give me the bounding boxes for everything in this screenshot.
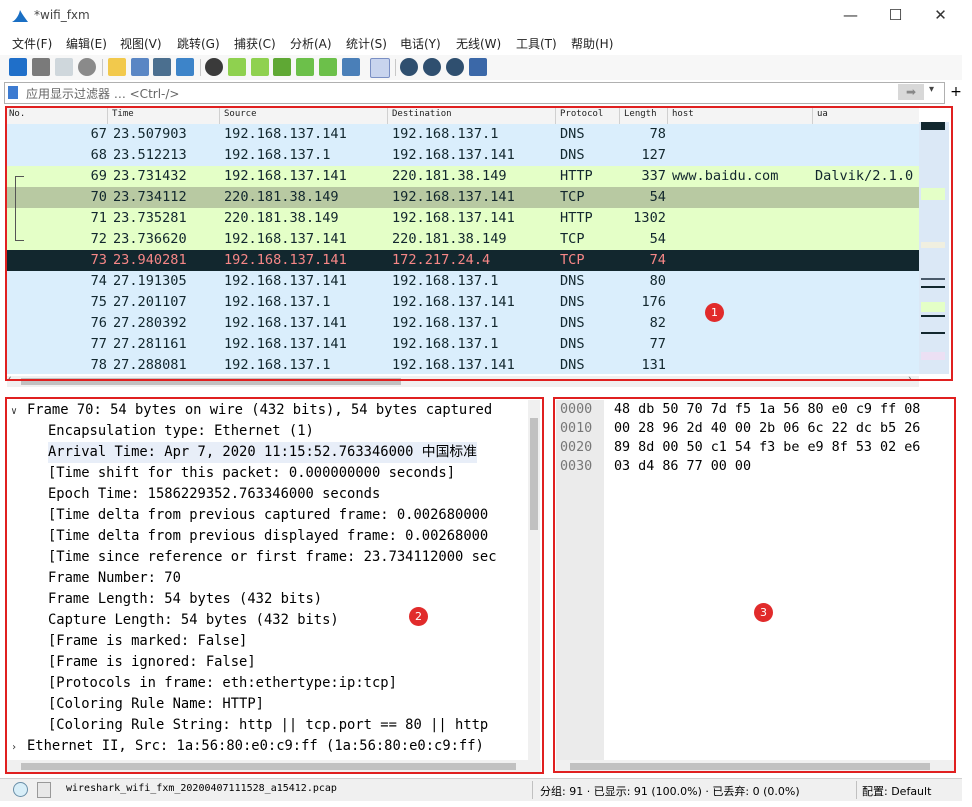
colorize-icon[interactable] [370,58,390,78]
title-bar: *wifi_fxm — ☐ ✕ [0,0,962,32]
annotation-badge-2: 2 [409,607,428,626]
filter-input[interactable]: 应用显示过滤器 … <Ctrl-/> [26,85,179,102]
filter-dropdown-icon[interactable]: ▾ [929,84,934,95]
zoom-out-icon[interactable] [423,58,441,76]
window-title: *wifi_fxm [34,8,90,22]
menu-tools[interactable]: 工具(T) [516,35,557,52]
annotation-badge-3: 3 [754,603,773,622]
profile-status[interactable]: 配置: Default [862,783,931,799]
zoom-in-icon[interactable] [400,58,418,76]
first-packet-icon[interactable] [296,58,314,76]
close-button[interactable]: ✕ [918,0,963,32]
menu-telephony[interactable]: 电话(Y) [400,35,441,52]
annotation-box-3 [553,397,956,773]
menu-edit[interactable]: 编辑(E) [66,35,107,52]
capture-options-icon[interactable] [78,58,96,76]
restart-capture-icon[interactable] [55,58,73,76]
apply-filter-button[interactable]: ➡ [898,84,924,100]
zoom-reset-icon[interactable] [446,58,464,76]
toolbar-separator [395,59,396,76]
resize-columns-icon[interactable] [469,58,487,76]
go-to-packet-icon[interactable] [273,58,291,76]
reload-file-icon[interactable] [176,58,194,76]
go-back-icon[interactable] [228,58,246,76]
find-packet-icon[interactable] [205,58,223,76]
main-toolbar [0,55,962,80]
open-file-icon[interactable] [108,58,126,76]
menu-file[interactable]: 文件(F) [12,35,52,52]
status-divider [532,781,533,799]
annotation-badge-1: 1 [705,303,724,322]
menu-statistics[interactable]: 统计(S) [346,35,387,52]
last-packet-icon[interactable] [319,58,337,76]
display-filter-bar[interactable]: 应用显示过滤器 … <Ctrl-/> ➡ ▾ [4,82,945,104]
wireshark-fin-icon [12,10,28,22]
start-capture-icon[interactable] [9,58,27,76]
bookmark-icon[interactable] [8,86,18,99]
go-forward-icon[interactable] [251,58,269,76]
menu-wireless[interactable]: 无线(W) [456,35,501,52]
menu-view[interactable]: 视图(V) [120,35,162,52]
menu-help[interactable]: 帮助(H) [571,35,613,52]
toolbar-separator [200,59,201,76]
status-bar: wireshark_wifi_fxm_20200407111528_a15412… [0,778,962,801]
stop-capture-icon[interactable] [32,58,50,76]
menu-bar: 文件(F) 编辑(E) 视图(V) 跳转(G) 捕获(C) 分析(A) 统计(S… [0,32,962,54]
capture-comment-icon[interactable] [37,782,51,798]
expert-info-icon[interactable] [13,782,28,797]
menu-go[interactable]: 跳转(G) [177,35,220,52]
annotation-box-1 [5,106,953,381]
capture-filename: wireshark_wifi_fxm_20200407111528_a15412… [66,783,337,794]
add-filter-button[interactable]: + [949,82,963,102]
maximize-button[interactable]: ☐ [873,0,918,32]
autoscroll-icon[interactable] [342,58,360,76]
menu-analyze[interactable]: 分析(A) [290,35,332,52]
status-divider [856,781,857,799]
minimize-button[interactable]: — [828,0,873,32]
annotation-box-2 [5,397,544,774]
toolbar-separator [102,59,103,76]
close-file-icon[interactable] [153,58,171,76]
menu-capture[interactable]: 捕获(C) [234,35,276,52]
save-file-icon[interactable] [131,58,149,76]
packet-count-status: 分组: 91 · 已显示: 91 (100.0%) · 已丢弃: 0 (0.0%… [540,785,800,798]
